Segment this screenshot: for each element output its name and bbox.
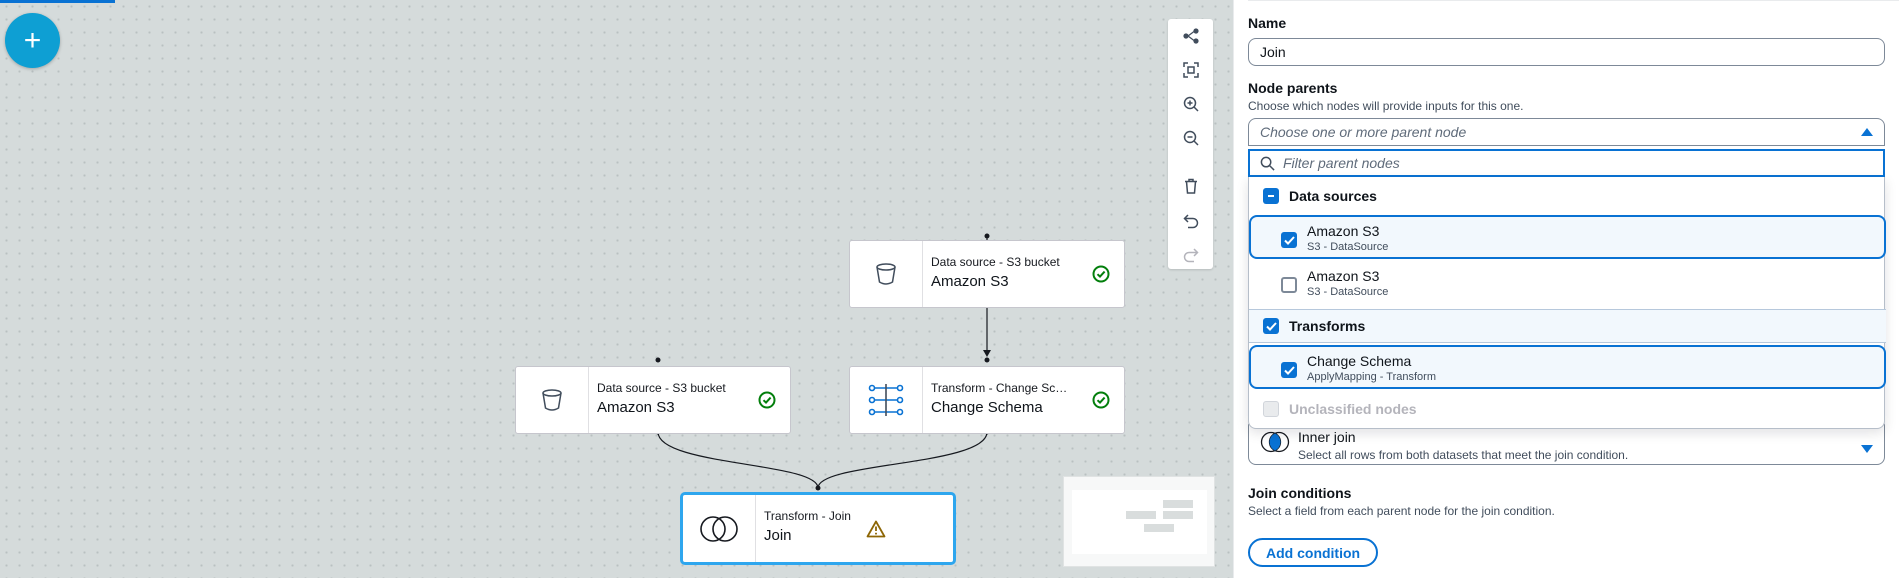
- node-parents-placeholder: Choose one or more parent node: [1260, 124, 1467, 140]
- success-check-icon: [1078, 367, 1124, 433]
- group-transforms[interactable]: Transforms: [1249, 309, 1886, 343]
- minimap-node: [1163, 500, 1193, 508]
- node-s3-left[interactable]: Data source - S3 bucket Amazon S3: [515, 366, 791, 434]
- workflow-canvas[interactable]: + Data source - S3 bucket Amazon S3 Data…: [0, 0, 1233, 578]
- canvas-minimap[interactable]: [1063, 476, 1215, 567]
- redo-icon[interactable]: [1168, 242, 1213, 268]
- bucket-icon: [850, 241, 923, 307]
- caret-down-icon: [1861, 445, 1873, 453]
- minimap-viewport: [1072, 490, 1207, 554]
- node-name: Join: [764, 527, 792, 544]
- join-type-description: Select all rows from both datasets that …: [1298, 448, 1629, 462]
- checkbox-checked[interactable]: [1281, 232, 1297, 248]
- join-conditions-description: Select a field from each parent node for…: [1248, 504, 1555, 518]
- group-data-sources[interactable]: Data sources: [1249, 179, 1886, 213]
- indeterminate-checkbox[interactable]: [1263, 188, 1279, 204]
- minimap-node: [1144, 524, 1174, 532]
- option-subtitle: S3 - DataSource: [1307, 241, 1389, 253]
- checkbox-checked[interactable]: [1281, 362, 1297, 378]
- search-icon: [1260, 156, 1275, 171]
- node-name: Amazon S3: [597, 399, 675, 416]
- zoom-in-icon[interactable]: [1168, 91, 1213, 117]
- name-label: Name: [1248, 15, 1287, 31]
- node-type-label: Transform - Change Sche...: [931, 381, 1070, 395]
- node-type-label: Data source - S3 bucket: [597, 381, 726, 395]
- join-conditions-label: Join conditions: [1248, 485, 1352, 501]
- node-s3-top[interactable]: Data source - S3 bucket Amazon S3: [849, 240, 1125, 308]
- layout-icon[interactable]: [1168, 23, 1213, 49]
- node-join[interactable]: Transform - Join Join: [680, 492, 956, 565]
- option-change-schema[interactable]: Change Schema ApplyMapping - Transform: [1249, 345, 1886, 389]
- checkbox-unchecked[interactable]: [1281, 277, 1297, 293]
- join-venn-icon: [683, 495, 756, 562]
- bucket-icon: [516, 367, 589, 433]
- group-label: Data sources: [1289, 188, 1377, 204]
- group-label: Unclassified nodes: [1289, 401, 1417, 417]
- option-subtitle: ApplyMapping - Transform: [1307, 371, 1436, 383]
- minimap-node: [1163, 511, 1193, 519]
- option-title: Amazon S3: [1307, 268, 1380, 284]
- schema-mapping-icon: [850, 367, 923, 433]
- undo-icon[interactable]: [1168, 208, 1213, 234]
- option-subtitle: S3 - DataSource: [1307, 286, 1389, 298]
- group-label: Transforms: [1289, 318, 1366, 334]
- add-node-button[interactable]: +: [5, 13, 60, 68]
- panel-top-border: [1248, 0, 1899, 1]
- option-amazon-s3-2[interactable]: Amazon S3 S3 - DataSource: [1249, 262, 1886, 304]
- zoom-out-icon[interactable]: [1168, 125, 1213, 151]
- fit-view-icon[interactable]: [1168, 57, 1213, 83]
- option-title: Amazon S3: [1307, 223, 1380, 239]
- node-type-label: Transform - Join: [764, 509, 851, 523]
- checkbox-checked[interactable]: [1263, 318, 1279, 334]
- filter-placeholder: Filter parent nodes: [1283, 155, 1400, 171]
- node-parents-select[interactable]: Choose one or more parent node: [1248, 118, 1885, 146]
- node-type-label: Data source - S3 bucket: [931, 255, 1060, 269]
- delete-icon[interactable]: [1168, 173, 1213, 199]
- warning-icon: [861, 495, 891, 562]
- node-name: Change Schema: [931, 399, 1043, 416]
- node-name: Amazon S3: [931, 273, 1009, 290]
- group-unclassified: Unclassified nodes: [1249, 392, 1886, 426]
- checkbox-disabled: [1263, 401, 1279, 417]
- node-parents-label: Node parents: [1248, 80, 1338, 96]
- canvas-toolbar: [1168, 19, 1213, 269]
- join-type-title: Inner join: [1298, 429, 1356, 445]
- parent-nodes-dropdown: Data sources Amazon S3 S3 - DataSource A…: [1248, 177, 1886, 429]
- node-parents-description: Choose which nodes will provide inputs f…: [1248, 99, 1524, 113]
- node-properties-panel: Name Join Node parents Choose which node…: [1234, 0, 1899, 578]
- add-condition-button[interactable]: Add condition: [1248, 538, 1379, 567]
- option-amazon-s3-1[interactable]: Amazon S3 S3 - DataSource: [1249, 215, 1886, 259]
- success-check-icon: [744, 367, 790, 433]
- option-title: Change Schema: [1307, 353, 1412, 369]
- name-input[interactable]: Join: [1248, 38, 1885, 66]
- filter-parent-nodes-input[interactable]: Filter parent nodes: [1248, 149, 1885, 177]
- join-venn-icon: [1260, 431, 1290, 456]
- loading-progress-bar: [0, 0, 115, 3]
- minimap-node: [1126, 511, 1156, 519]
- caret-up-icon: [1861, 128, 1873, 136]
- success-check-icon: [1078, 241, 1124, 307]
- name-input-value: Join: [1260, 44, 1286, 60]
- node-change-schema[interactable]: Transform - Change Sche... Change Schema: [849, 366, 1125, 434]
